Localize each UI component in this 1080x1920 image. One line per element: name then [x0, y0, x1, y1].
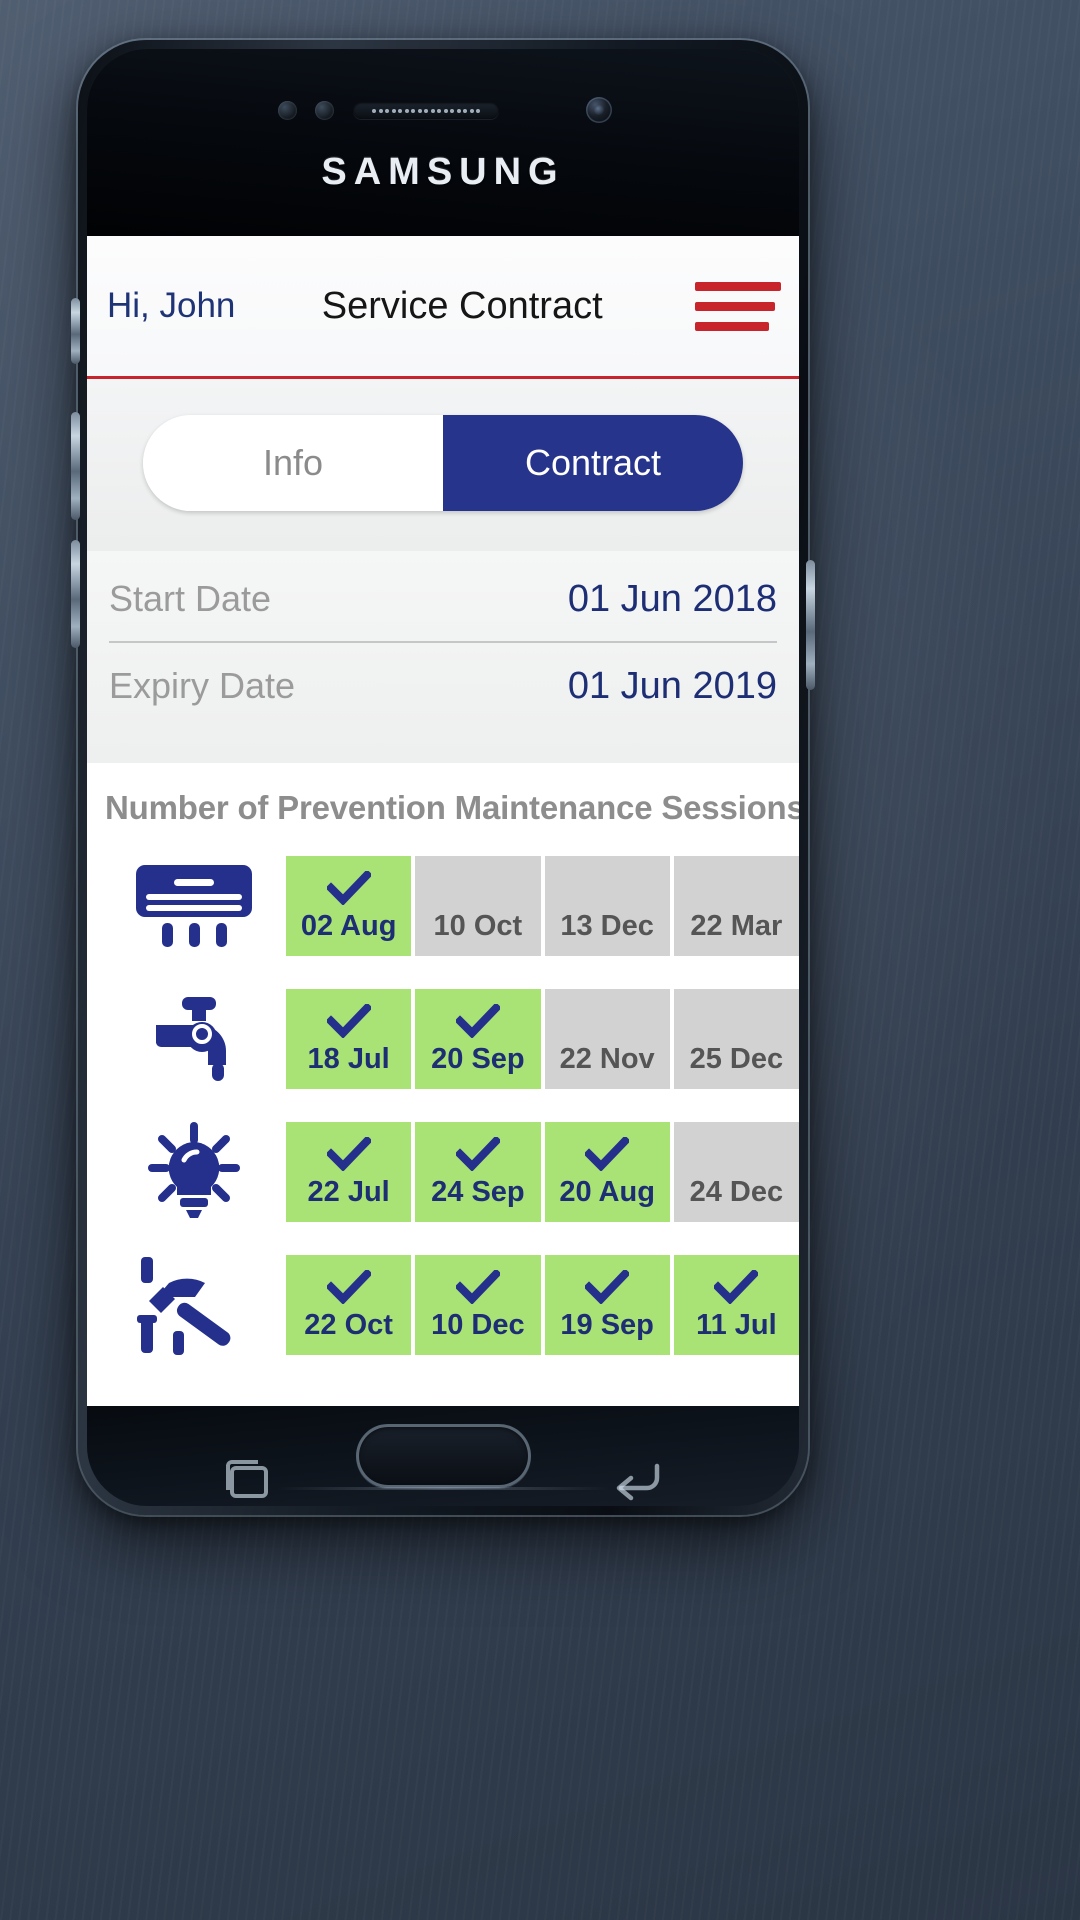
session-row: 02 Aug 10 Oct 13 Dec 22 Mar: [87, 839, 799, 972]
session-cell[interactable]: 10 Oct: [415, 855, 541, 956]
session-cell[interactable]: 02 Aug: [286, 855, 412, 956]
power-rail: [806, 560, 815, 690]
session-date: 20 Aug: [559, 1176, 655, 1208]
check-icon: [585, 1134, 630, 1174]
session-date: 10 Dec: [431, 1309, 525, 1341]
volume-down-rail: [71, 412, 80, 520]
session-date: 02 Aug: [300, 910, 397, 942]
air-conditioner-icon: [101, 839, 286, 972]
light-bulb-icon: [101, 1105, 286, 1238]
phone-body: SAMSUNG Hi, John Service Contract Info C…: [87, 49, 799, 1506]
session-cell[interactable]: 19 Sep: [544, 1254, 670, 1355]
session-cell[interactable]: 18 Jul: [286, 988, 412, 1089]
session-cell[interactable]: 22 Oct: [286, 1254, 412, 1355]
user-greeting: Hi, John: [107, 286, 236, 325]
sensor-row: [87, 97, 799, 123]
session-date: 19 Sep: [560, 1309, 654, 1341]
session-date: 13 Dec: [560, 910, 654, 942]
session-cell[interactable]: 22 Mar: [673, 855, 799, 956]
start-date-label: Start Date: [109, 578, 272, 619]
session-date: 11 Jul: [696, 1309, 777, 1341]
tab-info[interactable]: Info: [143, 415, 443, 511]
session-date: 22 Mar: [690, 910, 783, 942]
samsung-phone-device: SAMSUNG Hi, John Service Contract Info C…: [71, 40, 815, 1515]
check-icon: [455, 1267, 500, 1307]
volume-up-rail: [71, 298, 80, 364]
session-date: 25 Dec: [689, 1043, 784, 1075]
check-icon: [326, 1134, 371, 1174]
session-date: 24 Sep: [431, 1176, 525, 1208]
expiry-date-value: 01 Jun 2019: [567, 664, 777, 707]
proximity-sensor-icon: [278, 101, 297, 120]
session-cell[interactable]: 20 Aug: [544, 1121, 670, 1222]
session-date: 18 Jul: [307, 1043, 390, 1075]
check-icon: [455, 1001, 500, 1041]
home-button[interactable]: [355, 1424, 531, 1488]
tab-contract[interactable]: Contract: [443, 415, 743, 511]
session-cell[interactable]: 10 Dec: [415, 1254, 541, 1355]
tab-bar: Info Contract: [87, 379, 799, 551]
session-cell[interactable]: 13 Dec: [544, 855, 670, 956]
session-cells: 18 Jul 20 Sep 22 Nov 25 Dec: [286, 988, 799, 1089]
speaker-icon: [353, 102, 499, 119]
session-date: 22 Jul: [307, 1176, 390, 1208]
check-icon: [455, 1134, 500, 1174]
check-icon: [326, 868, 371, 908]
session-date: 20 Sep: [431, 1043, 525, 1075]
start-date-value: 01 Jun 2018: [567, 577, 777, 620]
session-cells: 22 Jul 24 Sep 20 Aug 24 Dec: [286, 1121, 799, 1222]
session-date: 10 Oct: [433, 910, 523, 942]
session-cell[interactable]: 24 Sep: [415, 1121, 541, 1222]
expiry-date-row: Expiry Date 01 Jun 2019: [109, 643, 777, 729]
top-bezel: SAMSUNG: [87, 49, 799, 236]
water-faucet-icon: [101, 972, 286, 1105]
hammer-screwdriver-icon: [101, 1238, 286, 1371]
session-cells: 22 Oct 10 Dec 19 Sep 11 Jul: [286, 1254, 799, 1355]
hamburger-menu-icon[interactable]: [695, 271, 781, 341]
back-icon[interactable]: [611, 1458, 663, 1504]
session-date: 22 Nov: [559, 1043, 655, 1075]
segmented-control: Info Contract: [143, 415, 743, 511]
session-cell[interactable]: 24 Dec: [673, 1121, 799, 1222]
front-camera-icon: [586, 97, 612, 123]
sessions-section-title: Number of Prevention Maintenance Session…: [105, 789, 799, 826]
recents-icon[interactable]: [223, 1458, 273, 1504]
start-date-row: Start Date 01 Jun 2018: [109, 557, 777, 643]
session-cell[interactable]: 20 Sep: [415, 988, 541, 1089]
session-cell[interactable]: 22 Nov: [544, 988, 670, 1089]
contract-dates-panel: Start Date 01 Jun 2018 Expiry Date 01 Ju…: [87, 551, 799, 763]
check-icon: [714, 1267, 759, 1307]
bottom-bezel: [87, 1406, 799, 1506]
session-cell[interactable]: 22 Jul: [286, 1121, 412, 1222]
session-row: 18 Jul 20 Sep 22 Nov 25 Dec: [87, 972, 799, 1105]
app-header: Hi, John Service Contract: [87, 236, 799, 379]
expiry-date-label: Expiry Date: [109, 665, 296, 706]
check-icon: [585, 1267, 630, 1307]
samsung-brand-logo: SAMSUNG: [321, 151, 565, 193]
session-row: 22 Oct 10 Dec 19 Sep 11 Jul: [87, 1238, 799, 1371]
check-icon: [326, 1001, 371, 1041]
session-date: 22 Oct: [304, 1309, 393, 1341]
session-cell[interactable]: 25 Dec: [673, 988, 799, 1089]
page-title: Service Contract: [321, 284, 603, 327]
light-sensor-icon: [315, 101, 334, 120]
session-row: 22 Jul 24 Sep 20 Aug 24 Dec: [87, 1105, 799, 1238]
check-icon: [326, 1267, 371, 1307]
side-rail: [71, 540, 80, 648]
phone-screen: Hi, John Service Contract Info Contract …: [87, 236, 799, 1406]
maintenance-sessions-section: Number of Prevention Maintenance Session…: [87, 763, 799, 1371]
chin-highlight: [277, 1487, 609, 1490]
sessions-grid: 02 Aug 10 Oct 13 Dec 22 Mar 18 Jul 20 Se…: [87, 839, 799, 1371]
session-date: 24 Dec: [689, 1176, 784, 1208]
session-cell[interactable]: 11 Jul: [673, 1254, 799, 1355]
session-cells: 02 Aug 10 Oct 13 Dec 22 Mar: [286, 855, 799, 956]
